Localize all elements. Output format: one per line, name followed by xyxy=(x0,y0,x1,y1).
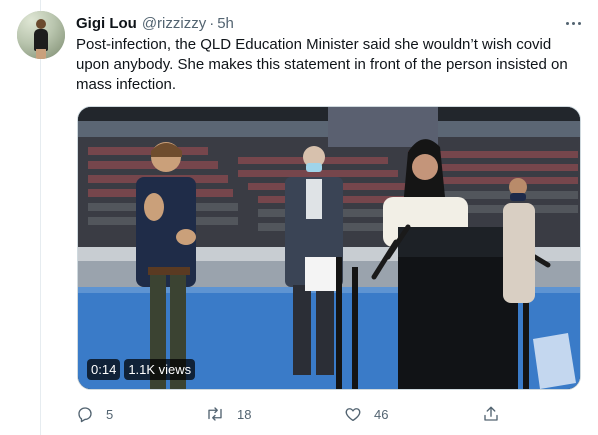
tweet-actions: 5 18 46 xyxy=(76,400,586,428)
retweet-icon xyxy=(205,405,225,423)
reply-count: 5 xyxy=(106,406,114,422)
avatar[interactable] xyxy=(17,11,65,59)
reply-button[interactable]: 5 xyxy=(76,402,113,426)
video-duration: 0:14 xyxy=(87,359,121,380)
video-badge: 0:14 1.1K views xyxy=(87,359,196,380)
retweet-button[interactable]: 18 xyxy=(205,402,251,426)
author-name[interactable]: Gigi Lou xyxy=(76,15,137,32)
separator-dot: · xyxy=(209,14,215,32)
share-button[interactable] xyxy=(482,402,500,426)
video-player[interactable] xyxy=(77,106,581,390)
tweet-timestamp[interactable]: 5h xyxy=(217,15,234,32)
more-icon[interactable] xyxy=(562,12,584,34)
author-handle[interactable]: @rizzizzy xyxy=(142,15,206,32)
video-views: 1.1K views xyxy=(124,359,196,380)
video-frame xyxy=(78,107,580,389)
like-button[interactable]: 46 xyxy=(344,402,388,426)
like-icon xyxy=(344,405,362,423)
tweet-header: Gigi Lou @rizzizzy · 5h xyxy=(76,13,234,33)
tweet-text: Post-infection, the QLD Education Minist… xyxy=(76,36,568,93)
reply-icon xyxy=(76,405,94,423)
share-icon xyxy=(482,405,500,423)
tweet[interactable]: Gigi Lou @rizzizzy · 5h Post-infection, … xyxy=(0,0,598,435)
retweet-count: 18 xyxy=(237,406,252,422)
like-count: 46 xyxy=(374,406,389,422)
